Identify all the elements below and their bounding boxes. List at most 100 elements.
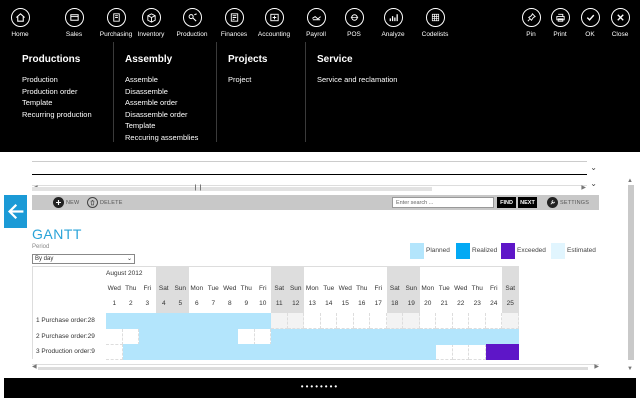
gantt-cell[interactable] <box>238 329 255 345</box>
vertical-scrollbar[interactable]: ▲ ▼ <box>627 178 635 372</box>
menu-item[interactable]: Disassemble <box>125 86 198 98</box>
gantt-cell[interactable] <box>122 329 139 345</box>
nav-analyze-button[interactable]: Analyze <box>373 0 413 42</box>
day-name-label: Tue <box>438 285 450 292</box>
gantt-cell[interactable] <box>452 313 469 329</box>
next-button[interactable]: NEXT <box>518 197 537 208</box>
menu-item-list: Project <box>228 74 251 86</box>
nav-pos-button[interactable]: POS <box>335 0 373 42</box>
scroll-left-icon[interactable]: ◀ <box>32 363 37 370</box>
pin-button[interactable]: Pin <box>516 0 546 42</box>
day-name-label: Mon <box>305 285 319 292</box>
scrollbar-thumb[interactable] <box>32 187 432 191</box>
scroll-right-icon[interactable]: ▶ <box>594 363 599 370</box>
gantt-cell[interactable] <box>386 313 403 329</box>
menu-item[interactable]: Assemble <box>125 74 198 86</box>
menu-item[interactable]: Production order <box>22 86 92 98</box>
menu-item[interactable]: Production <box>22 74 92 86</box>
gantt-bar-planned[interactable] <box>271 329 519 345</box>
scroll-right-icon[interactable]: ▶ <box>581 184 586 191</box>
ok-button[interactable]: OK <box>575 0 605 42</box>
bottom-app-bar[interactable]: •••••••• <box>4 378 636 398</box>
nav-accounting-button[interactable]: Accounting <box>251 0 297 42</box>
gantt-cell[interactable] <box>436 344 453 360</box>
back-button[interactable] <box>4 195 27 228</box>
day-name-label: Sat <box>158 285 169 292</box>
menu-column-productions: Productions Production Production order Tem… <box>22 42 114 142</box>
new-button[interactable]: NEW <box>53 195 79 210</box>
gantt-cell[interactable] <box>271 313 288 329</box>
delete-button[interactable]: DELETE <box>87 195 123 210</box>
day-number-label: 13 <box>308 300 316 307</box>
gantt-cell[interactable] <box>485 313 502 329</box>
scroll-down-icon[interactable]: ▼ <box>627 366 633 372</box>
menu-item[interactable]: Template <box>22 97 92 109</box>
day-number-label: 7 <box>211 300 216 307</box>
gantt-cell[interactable] <box>320 313 337 329</box>
gantt-cell[interactable] <box>287 313 304 329</box>
day-number-label: 25 <box>506 300 514 307</box>
gantt-cell[interactable] <box>469 313 486 329</box>
gantt-cell[interactable] <box>353 313 370 329</box>
scrollbar-thumb[interactable] <box>628 185 634 360</box>
gantt-cell[interactable] <box>106 344 123 360</box>
day-number-label: 1 <box>112 300 117 307</box>
legend-item-estimated: Estimated <box>551 243 601 259</box>
gantt-cell[interactable] <box>370 313 387 329</box>
horizontal-scrollbar[interactable]: ◀ ❙❙ ▶ <box>32 185 587 191</box>
gantt-cell[interactable] <box>106 329 123 345</box>
menu-item[interactable]: Assemble order <box>125 97 198 109</box>
nav-production-button[interactable]: Production <box>172 0 212 42</box>
gantt-cell[interactable] <box>254 329 271 345</box>
gantt-cell[interactable] <box>304 313 321 329</box>
scrollbar-thumb[interactable] <box>38 367 588 370</box>
nav-sales-button[interactable]: Sales <box>57 0 91 42</box>
gantt-bar-planned[interactable] <box>106 313 271 329</box>
menu-item[interactable]: Project <box>228 74 251 86</box>
finances-icon <box>224 8 244 27</box>
gantt-cell[interactable] <box>452 344 469 360</box>
close-button[interactable]: Close <box>605 0 635 42</box>
more-options-icon[interactable]: •••••••• <box>4 382 636 391</box>
gantt-cell[interactable] <box>436 313 453 329</box>
chevron-down-icon[interactable]: ⌄ <box>590 163 597 172</box>
gantt-bar-exceeded[interactable] <box>485 344 519 360</box>
print-button[interactable]: Print <box>545 0 575 42</box>
find-button[interactable]: FIND <box>497 197 516 208</box>
gantt-bar-planned[interactable] <box>122 344 436 360</box>
gantt-cell[interactable] <box>403 313 420 329</box>
day-name-label: Wed <box>454 285 468 292</box>
menu-item[interactable]: Recurring production <box>22 109 92 121</box>
nav-finances-button[interactable]: Finances <box>214 0 254 42</box>
nav-codelists-button[interactable]: Codelists <box>410 0 460 42</box>
month-label: August 2012 <box>106 270 143 277</box>
menu-item[interactable]: Template <box>125 120 198 132</box>
chevron-down-icon[interactable]: ⌄ <box>590 179 597 188</box>
day-number-label: 8 <box>227 300 232 307</box>
menu-column-title: Productions <box>22 54 81 65</box>
legend-swatch <box>410 243 424 259</box>
gantt-bar-planned[interactable] <box>139 329 238 345</box>
period-select[interactable]: By day ⌄ <box>32 254 135 264</box>
nav-payroll-button[interactable]: Payroll <box>298 0 334 42</box>
search-input[interactable] <box>392 197 494 208</box>
list-row-divider <box>32 161 587 162</box>
day-number-label: 14 <box>325 300 333 307</box>
menu-item[interactable]: Service and reclamation <box>317 74 397 86</box>
nav-inventory-button[interactable]: Inventory <box>132 0 170 42</box>
scroll-up-icon[interactable]: ▲ <box>627 178 633 184</box>
gantt-cell[interactable] <box>419 313 436 329</box>
gantt-chart: August 2012 Wed 1 Thu 2 Fri 3 Sat 4 Sun 5 Mon 6 Tue 7… <box>32 266 519 360</box>
menu-item[interactable]: Disassemble order <box>125 109 198 121</box>
nav-home-button[interactable]: Home <box>4 0 36 42</box>
legend-swatch <box>456 243 470 259</box>
gantt-cell[interactable] <box>502 313 519 329</box>
gantt-cell[interactable] <box>337 313 354 329</box>
menu-item[interactable]: Reccuring assemblies <box>125 132 198 144</box>
settings-button[interactable]: SETTINGS <box>547 195 589 210</box>
nav-label: Inventory <box>137 31 165 38</box>
day-name-label: Fri <box>143 285 152 292</box>
menu-column-service: Service Service and reclamation <box>317 42 417 142</box>
horizontal-scrollbar[interactable]: ◀ ▶ <box>32 364 599 370</box>
gantt-cell[interactable] <box>469 344 486 360</box>
